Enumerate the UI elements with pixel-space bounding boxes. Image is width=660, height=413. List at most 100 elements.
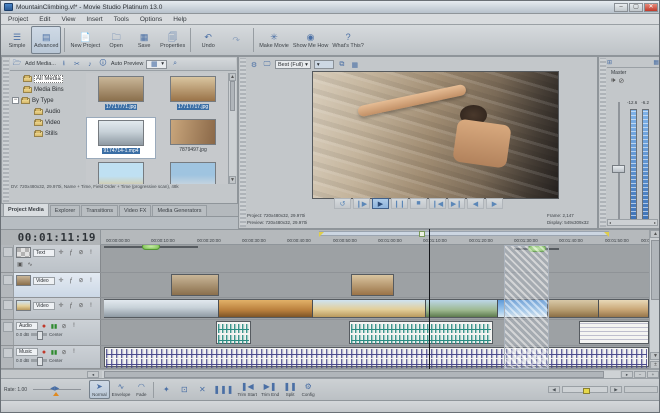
minimize-button[interactable]: – (614, 3, 628, 12)
zoom-in-button[interactable]: + (647, 371, 659, 378)
volume-slider[interactable] (31, 333, 47, 336)
track-header-audio[interactable]: Audio ● ▮▮ ⊘ ! 0.0 dB Center (14, 320, 101, 345)
timeline-horizontal-scrollbar[interactable]: ◂ ▸ − + (1, 369, 660, 379)
video-clip[interactable] (104, 299, 219, 318)
group-button[interactable]: ❚❚❚ (211, 380, 235, 399)
undo-button[interactable]: ↶ Undo (194, 26, 222, 54)
playhead-cursor[interactable] (429, 229, 430, 369)
save-frame-icon[interactable]: ▦ (350, 60, 360, 69)
menu-edit[interactable]: Edit (39, 16, 50, 23)
track-header-video[interactable]: Video ✛ ƒ ⊘ ! (14, 298, 101, 319)
track-content[interactable] (101, 320, 649, 345)
timeline-vertical-scrollbar[interactable]: ▲ ▼ ± (649, 230, 660, 369)
track-header-video-overlay[interactable]: Video ✛ ƒ ⊘ ! (14, 273, 101, 297)
track-minimize-button[interactable] (1, 320, 14, 345)
track-header-music[interactable]: Music ● ▮▮ ⊘ ! 0.0 dB Center (14, 346, 101, 368)
menu-tools[interactable]: Tools (114, 16, 129, 23)
trim-start-button[interactable]: ❚◀ Trim Start (235, 380, 259, 399)
tree-item-audio[interactable]: Audio (11, 106, 85, 117)
compositing-icon[interactable]: ▣ (16, 260, 24, 268)
loop-start-marker[interactable] (319, 232, 324, 237)
tree-item-by-type[interactable]: − By Type (11, 95, 85, 106)
tree-item-all-media[interactable]: All Media (11, 73, 85, 84)
video-clip[interactable] (548, 299, 599, 318)
record-arm-icon[interactable]: ● (40, 348, 48, 356)
playback-rate-slider[interactable]: ◀▶ (33, 385, 81, 395)
media-item[interactable]: 13131371.mp4 (86, 160, 156, 184)
trim-end-button[interactable]: ▶❚ Trim End (259, 380, 281, 399)
stop-button[interactable]: ■ (410, 198, 427, 209)
video-clip[interactable] (171, 274, 219, 296)
menu-insert[interactable]: Insert (86, 16, 102, 23)
track-content[interactable] (101, 346, 649, 368)
track-name[interactable]: Video (33, 277, 55, 285)
scroll-right-icon[interactable]: ▸ (654, 220, 656, 225)
overlays-dropdown[interactable]: ▾ (314, 60, 334, 69)
tab-media-generators[interactable]: Media Generators (152, 205, 206, 216)
track-name[interactable]: Audio (16, 322, 38, 330)
track-motion-icon[interactable]: ✛ (57, 302, 65, 310)
scrollbar-thumb[interactable] (651, 240, 660, 300)
mixer-scrollbar[interactable]: ◂ ▸ (607, 219, 658, 226)
advanced-mode-button[interactable]: ▤ Advanced (31, 26, 61, 54)
copy-frame-icon[interactable]: ⧉ (337, 60, 347, 69)
title-clip[interactable] (104, 246, 198, 248)
search-icon[interactable]: ⌕ (170, 60, 180, 69)
whats-this-button[interactable]: ? What's This? (330, 26, 366, 54)
video-clip[interactable] (426, 299, 498, 318)
dock-grip[interactable] (600, 58, 606, 227)
dock-grip[interactable] (3, 58, 9, 202)
tab-video-fx[interactable]: Video FX (119, 205, 152, 216)
crossfade-button[interactable]: ✦ (157, 380, 175, 399)
meters-icon[interactable]: ▮▮ (50, 348, 58, 356)
media-item[interactable]: 7879497.jpg (158, 117, 228, 159)
time-selection-region[interactable] (504, 245, 549, 369)
mute-icon[interactable]: ⊘ (77, 302, 85, 310)
timecode-display[interactable]: 00:01:11:19 (1, 230, 101, 245)
tab-transitions[interactable]: Transitions (81, 205, 118, 216)
scroll-up-icon[interactable]: ▲ (229, 73, 236, 81)
titlebar[interactable]: MountainClimbing.vf* - Movie Studio Plat… (1, 1, 660, 14)
tab-explorer[interactable]: Explorer (50, 205, 80, 216)
media-item[interactable]: 12234781-1.avi (158, 160, 228, 184)
track-minimize-button[interactable] (1, 273, 14, 297)
video-clip[interactable] (351, 274, 394, 296)
tree-item-media-bins[interactable]: Media Bins (11, 84, 85, 95)
audio-clip[interactable] (579, 321, 649, 344)
tree-item-stills[interactable]: Stills (11, 128, 85, 139)
loop-region-bar[interactable] (319, 231, 609, 236)
audio-clip[interactable] (216, 321, 251, 344)
maximize-button[interactable]: ▢ (629, 3, 643, 12)
menu-help[interactable]: Help (173, 16, 186, 23)
track-motion-icon[interactable]: ✛ (57, 249, 65, 257)
media-item-selected[interactable]: 9174714-1.mp4 (86, 117, 156, 159)
record-arm-icon[interactable]: ● (40, 322, 48, 330)
redo-button[interactable]: ↷ (222, 26, 250, 54)
solo-icon[interactable]: ! (87, 277, 95, 285)
close-button[interactable]: ✕ (644, 3, 658, 12)
video-clip[interactable] (219, 299, 313, 318)
solo-icon[interactable]: ! (70, 348, 78, 356)
menu-view[interactable]: View (61, 16, 75, 23)
tab-project-media[interactable]: Project Media (3, 203, 49, 216)
scroll-up-icon[interactable]: ▲ (650, 230, 660, 238)
insert-bus-icon[interactable]: ⊞ (607, 59, 612, 66)
track-name[interactable]: Text (33, 249, 55, 257)
scrollbar-track[interactable] (102, 371, 620, 378)
zoom-track-height-icon[interactable]: ± (650, 361, 660, 369)
solo-icon[interactable]: ! (87, 302, 95, 310)
dock-grip[interactable] (240, 58, 246, 227)
save-button[interactable]: ▦ Save (130, 26, 158, 54)
project-properties-icon[interactable]: ⚙ (249, 60, 259, 69)
split-button[interactable]: ❚❚ Split (281, 380, 299, 399)
add-media-button[interactable]: Add Media... (25, 61, 56, 67)
show-me-how-button[interactable]: ◉ Show Me How (291, 26, 330, 54)
delete-button[interactable]: ✕ (193, 380, 211, 399)
scroll-down-icon[interactable]: ▼ (650, 352, 660, 360)
tree-item-video[interactable]: Video (11, 117, 85, 128)
mute-icon[interactable]: ⊘ (77, 277, 85, 285)
meters-icon[interactable]: ▮▮ (50, 322, 58, 330)
loop-playback-button[interactable]: ↺ (334, 198, 351, 209)
track-name[interactable]: Music (16, 348, 38, 356)
scrub-left-icon[interactable]: ◀ (548, 386, 560, 393)
